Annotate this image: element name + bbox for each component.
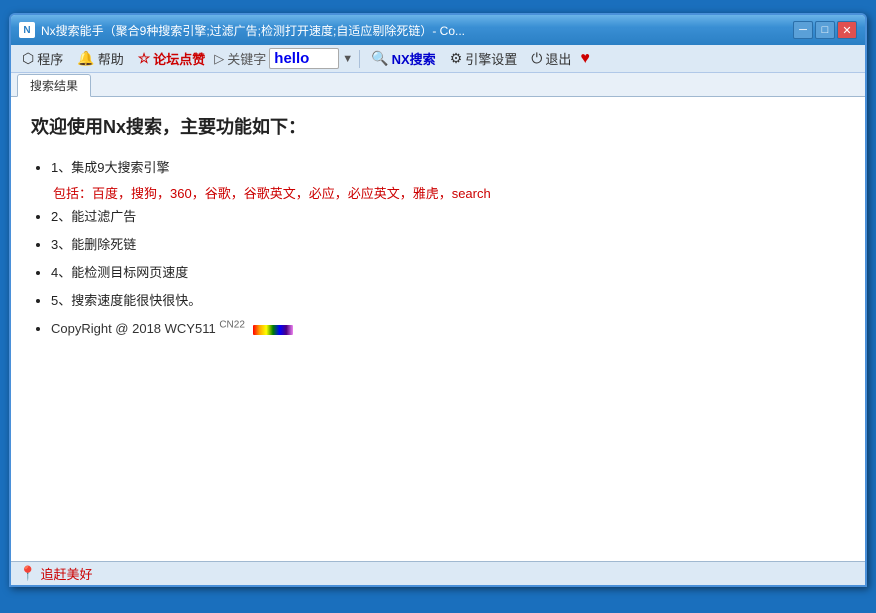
minimize-button[interactable]: ─ — [793, 21, 813, 39]
dropdown-arrow[interactable]: ▼ — [342, 53, 353, 65]
play-icon: ▷ — [214, 51, 224, 67]
menu-program-label: 程序 — [37, 49, 63, 68]
maximize-button[interactable]: □ — [815, 21, 835, 39]
keyword-input[interactable] — [269, 48, 339, 69]
menu-exit-label: 退出 — [545, 49, 571, 68]
heart-icon: ♥ — [580, 50, 590, 68]
status-bar: 📍 追赶美好 — [11, 561, 865, 585]
feature-list-2: 2、能过滤广告 3、能删除死链 4、能检测目标网页速度 5、搜索速度能很快很快。… — [31, 204, 845, 342]
list-item-2: 2、能过滤广告 — [51, 204, 845, 230]
feature-list: 1、集成9大搜索引擎 — [31, 155, 845, 181]
location-icon: 📍 — [19, 565, 36, 582]
menu-nx-search-label: NX搜索 — [392, 49, 436, 68]
menu-divider-1 — [359, 50, 360, 68]
close-button[interactable]: ✕ — [837, 21, 857, 39]
tab-search-results-label: 搜索结果 — [30, 79, 78, 93]
list-item-4: 4、能检测目标网页速度 — [51, 260, 845, 286]
menu-help[interactable]: 🔔 帮助 — [72, 47, 128, 70]
tab-bar: 搜索结果 — [11, 73, 865, 97]
search-icon: 🔍 — [371, 50, 388, 67]
copyright-text: CopyRight @ 2018 WCY511 CN22 — [51, 321, 293, 336]
menu-help-label: 帮助 — [98, 49, 124, 68]
feature-4-text: 4、能检测目标网页速度 — [51, 265, 188, 280]
content-wrapper: 欢迎使用Nx搜索，主要功能如下： 1、集成9大搜索引擎 包括：百度，搜狗，360… — [11, 97, 865, 561]
keyword-area: ▷ 关键字 ▼ — [214, 48, 353, 69]
keyword-label: 关键字 — [227, 49, 266, 68]
app-icon: N — [19, 22, 35, 38]
star-icon: ☆ — [138, 50, 151, 67]
tab-search-results[interactable]: 搜索结果 — [17, 74, 91, 97]
status-text: 追赶美好 — [40, 564, 92, 583]
list-item-3: 3、能删除死链 — [51, 232, 845, 258]
menu-exit[interactable]: ⏻ 退出 — [526, 47, 576, 70]
copyright-main: CopyRight @ 2018 WCY511 — [51, 321, 216, 336]
program-icon: ⬡ — [22, 50, 34, 67]
title-bar: N Nx搜索能手（聚合9种搜索引擎;过滤广告;检测打开速度;自适应剔除死链）- … — [11, 15, 865, 45]
feature-1-sub: 包括：百度，搜狗，360，谷歌，谷歌英文，必应，必应英文，雅虎，search — [33, 183, 845, 202]
rainbow-bar — [253, 325, 293, 335]
feature-2-text: 2、能过滤广告 — [51, 209, 136, 224]
main-title: 欢迎使用Nx搜索，主要功能如下： — [31, 113, 845, 139]
menu-program[interactable]: ⬡ 程序 — [17, 47, 68, 70]
gear-icon: ⚙ — [450, 50, 463, 67]
window-controls: ─ □ ✕ — [793, 21, 857, 39]
power-icon: ⏻ — [531, 50, 542, 67]
menu-engine-settings-label: 引擎设置 — [465, 49, 517, 68]
content-area[interactable]: 欢迎使用Nx搜索，主要功能如下： 1、集成9大搜索引擎 包括：百度，搜狗，360… — [11, 97, 865, 561]
menu-bar: ⬡ 程序 🔔 帮助 ☆ 论坛点赞 ▷ 关键字 ▼ 🔍 NX搜索 ⚙ 引擎设置 ⏻… — [11, 45, 865, 73]
menu-forum[interactable]: ☆ 论坛点赞 — [133, 47, 211, 70]
menu-forum-label: 论坛点赞 — [153, 49, 205, 68]
list-item-copyright: CopyRight @ 2018 WCY511 CN22 — [51, 316, 845, 342]
window-title: Nx搜索能手（聚合9种搜索引擎;过滤广告;检测打开速度;自适应剔除死链）- Co… — [41, 22, 787, 39]
feature-5-text: 5、搜索速度能很快很快。 — [51, 293, 201, 308]
copyright-cn: CN22 — [219, 320, 245, 331]
list-item: 1、集成9大搜索引擎 — [51, 155, 845, 181]
menu-engine-settings[interactable]: ⚙ 引擎设置 — [445, 47, 523, 70]
main-window: N Nx搜索能手（聚合9种搜索引擎;过滤广告;检测打开速度;自适应剔除死链）- … — [9, 13, 867, 587]
feature-3-text: 3、能删除死链 — [51, 237, 136, 252]
feature-1-text: 1、集成9大搜索引擎 — [51, 160, 169, 175]
menu-nx-search[interactable]: 🔍 NX搜索 — [366, 47, 441, 70]
list-item-5: 5、搜索速度能很快很快。 — [51, 288, 845, 314]
bell-icon: 🔔 — [77, 50, 94, 67]
